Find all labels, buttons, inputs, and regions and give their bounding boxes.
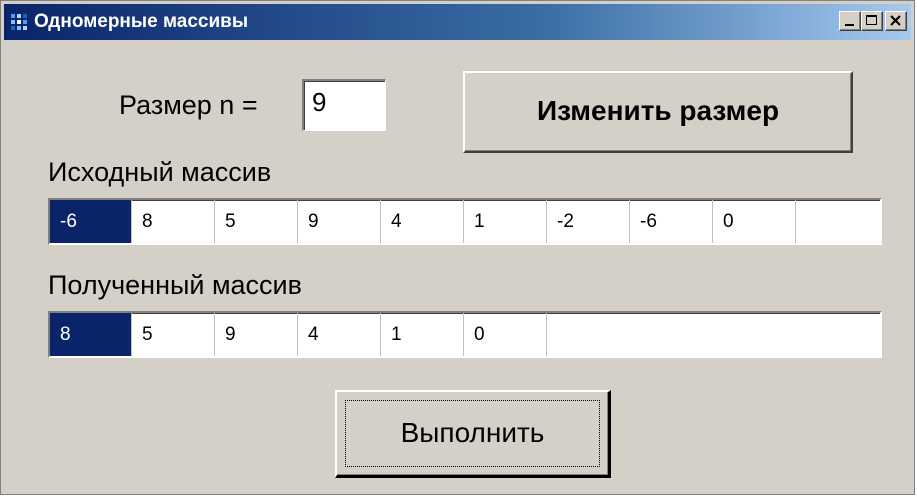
grid-cell[interactable]: 9	[298, 200, 381, 243]
result-array-grid[interactable]: 8 5 9 4 1 0	[48, 311, 882, 358]
grid-cell[interactable]: 0	[464, 313, 547, 356]
grid-cell[interactable]: -6	[630, 200, 713, 243]
minimize-button[interactable]	[839, 11, 861, 31]
result-array-label: Полученный массив	[48, 270, 302, 300]
grid-cell[interactable]: 1	[464, 200, 547, 243]
size-input[interactable]: 9	[302, 79, 386, 131]
maximize-button[interactable]	[861, 11, 883, 31]
maximize-icon	[866, 15, 877, 25]
title-bar[interactable]: Одномерные массивы	[4, 4, 911, 40]
grid-cell[interactable]: -2	[547, 200, 630, 243]
size-label: Размер n =	[119, 90, 258, 120]
grid-cell[interactable]: -6	[50, 200, 132, 243]
grid-cell[interactable]: 4	[381, 200, 464, 243]
source-array-label: Исходный массив	[48, 157, 272, 187]
grid-cell[interactable]: 5	[132, 313, 215, 356]
run-button[interactable]: Выполнить	[335, 390, 611, 478]
grid-cell[interactable]: 8	[132, 200, 215, 243]
grid-cell[interactable]: 0	[713, 200, 796, 243]
grid-cell[interactable]: 1	[381, 313, 464, 356]
minimize-icon	[845, 24, 854, 26]
grid-cell-empty[interactable]	[796, 200, 879, 243]
grid-cell[interactable]: 8	[50, 313, 132, 356]
run-button-label: Выполнить	[400, 417, 545, 448]
grid-cell[interactable]: 4	[298, 313, 381, 356]
close-icon	[890, 15, 901, 26]
grid-cell[interactable]: 9	[215, 313, 298, 356]
close-button[interactable]	[885, 11, 907, 31]
app-icon	[10, 13, 28, 31]
resize-button[interactable]: Изменить размер	[463, 71, 853, 153]
app-window: Одномерные массивы Размер n = 9 Изменить…	[0, 0, 915, 495]
source-array-grid[interactable]: -6 8 5 9 4 1 -2 -6 0	[48, 198, 882, 245]
window-title: Одномерные массивы	[34, 11, 249, 32]
grid-cell[interactable]: 5	[215, 200, 298, 243]
